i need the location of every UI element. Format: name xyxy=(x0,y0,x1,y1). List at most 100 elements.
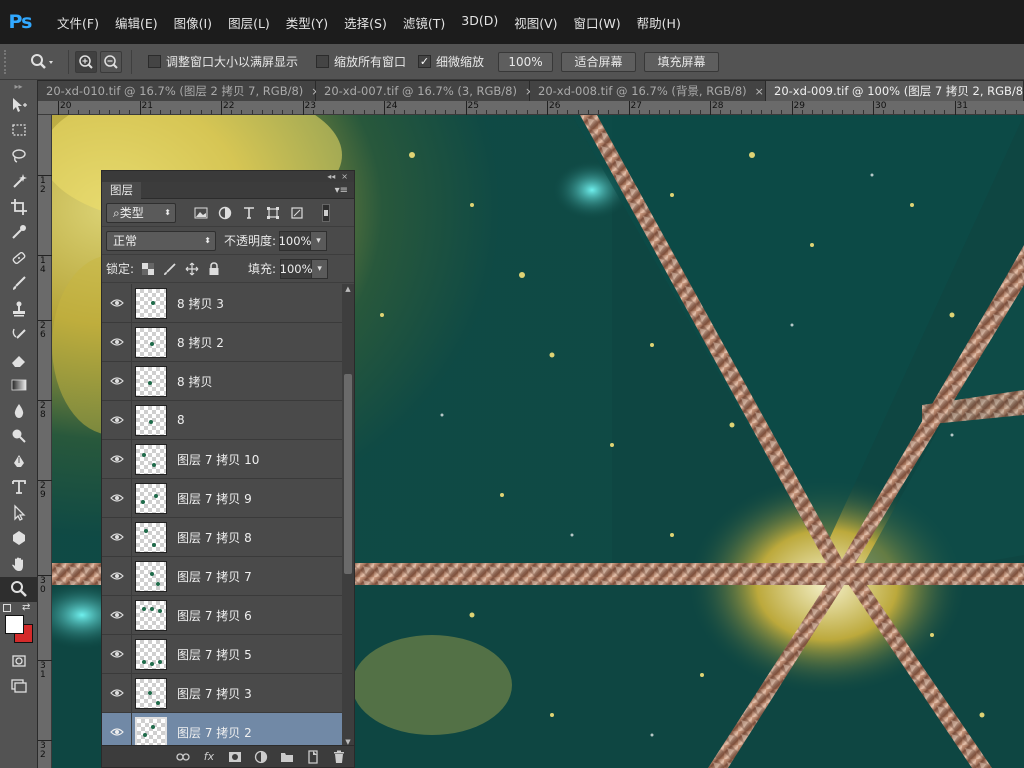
layer-row[interactable]: 8 拷贝 2 xyxy=(102,322,342,362)
scroll-up-icon[interactable]: ▲ xyxy=(342,284,354,294)
resize-windows-checkbox[interactable] xyxy=(148,55,161,68)
clone-stamp-tool[interactable] xyxy=(0,296,38,322)
fx-icon[interactable]: fx xyxy=(202,750,216,764)
move-tool[interactable] xyxy=(0,92,38,118)
menu-select[interactable]: 选择(S) xyxy=(336,13,395,32)
opacity-slider-button[interactable]: ▾ xyxy=(311,230,328,251)
menu-image[interactable]: 图像(I) xyxy=(166,13,220,32)
blur-tool[interactable] xyxy=(0,398,38,424)
fill-screen-button[interactable]: 填充屏幕 xyxy=(644,51,720,72)
layer-row[interactable]: 图层 7 拷贝 10 xyxy=(102,439,342,479)
tool-preset-picker[interactable] xyxy=(22,49,62,75)
collapse-panel-icon[interactable]: ◂◂ xyxy=(327,172,335,181)
visibility-toggle[interactable] xyxy=(102,673,132,713)
magic-wand-tool[interactable] xyxy=(0,169,38,195)
visibility-toggle[interactable] xyxy=(102,556,132,596)
visibility-toggle[interactable] xyxy=(102,439,132,479)
fit-screen-button[interactable]: 适合屏幕 xyxy=(561,51,637,72)
visibility-toggle[interactable] xyxy=(102,595,132,635)
visibility-toggle[interactable] xyxy=(102,517,132,557)
tab-document-010[interactable]: 20-xd-010.tif @ 16.7% (图层 2 拷贝 7, RGB/8)… xyxy=(38,81,320,101)
close-panel-icon[interactable]: × xyxy=(341,172,348,181)
filter-adjustment-icon[interactable] xyxy=(218,206,232,220)
zoom-in-button[interactable] xyxy=(75,50,97,73)
menu-3d[interactable]: 3D(D) xyxy=(453,13,506,32)
foreground-color-swatch[interactable] xyxy=(5,615,24,634)
layer-row[interactable]: 图层 7 拷贝 9 xyxy=(102,478,342,518)
pen-tool[interactable] xyxy=(0,449,38,475)
visibility-toggle[interactable] xyxy=(102,478,132,518)
lasso-tool[interactable] xyxy=(0,143,38,169)
filter-smart-object-icon[interactable] xyxy=(290,206,304,220)
screen-mode-button[interactable] xyxy=(0,674,38,700)
close-icon[interactable]: × xyxy=(755,85,764,98)
adjustment-icon[interactable] xyxy=(254,750,268,764)
lock-pixels-brush-icon[interactable] xyxy=(162,261,178,277)
tab-document-009[interactable]: 20-xd-009.tif @ 100% (图层 7 拷贝 2, RGB/8) xyxy=(766,81,1024,101)
fill-input[interactable]: 100% xyxy=(280,258,313,279)
swap-colors-icon[interactable]: ⇄ xyxy=(22,602,30,613)
scrubby-zoom-option[interactable]: ✓ 细微缩放 xyxy=(418,53,484,70)
menu-layer[interactable]: 图层(L) xyxy=(220,13,278,32)
mask-icon[interactable] xyxy=(228,750,242,764)
scrollbar-thumb[interactable] xyxy=(344,374,352,574)
folder-icon[interactable] xyxy=(280,750,294,764)
brush-tool[interactable] xyxy=(0,271,38,297)
layer-row-selected[interactable]: 图层 7 拷贝 2 xyxy=(102,712,342,747)
filter-type-icon[interactable] xyxy=(242,206,256,220)
filter-pixel-icon[interactable] xyxy=(194,206,208,220)
visibility-toggle[interactable] xyxy=(102,361,132,401)
layer-row[interactable]: 图层 7 拷贝 7 xyxy=(102,556,342,596)
layer-row[interactable]: 图层 7 拷贝 8 xyxy=(102,517,342,557)
tab-document-008[interactable]: 20-xd-008.tif @ 16.7% (背景, RGB/8) × xyxy=(530,81,766,101)
menu-window[interactable]: 窗口(W) xyxy=(566,13,629,32)
type-tool[interactable] xyxy=(0,475,38,501)
shape-tool[interactable] xyxy=(0,526,38,552)
marquee-tool[interactable] xyxy=(0,118,38,144)
panel-titlebar[interactable]: ◂◂ × xyxy=(102,171,354,182)
gradient-tool[interactable] xyxy=(0,373,38,399)
visibility-toggle[interactable] xyxy=(102,634,132,674)
layer-row[interactable]: 图层 7 拷贝 5 xyxy=(102,634,342,674)
menu-edit[interactable]: 编辑(E) xyxy=(107,13,166,32)
filter-shape-icon[interactable] xyxy=(266,206,280,220)
visibility-toggle[interactable] xyxy=(102,322,132,362)
menu-view[interactable]: 视图(V) xyxy=(506,13,565,32)
link-icon[interactable] xyxy=(176,750,190,764)
options-grip[interactable] xyxy=(4,49,10,74)
scrubby-zoom-checkbox[interactable]: ✓ xyxy=(418,55,432,68)
new-layer-icon[interactable] xyxy=(306,749,320,764)
zoom-tool[interactable] xyxy=(0,576,38,602)
zoom-100-button[interactable]: 100% xyxy=(498,51,554,72)
filter-toggle-switch[interactable] xyxy=(322,203,330,222)
menu-filter[interactable]: 滤镜(T) xyxy=(395,13,453,32)
tab-layers[interactable]: 图层 xyxy=(102,181,141,199)
tab-document-007[interactable]: 20-xd-007.tif @ 16.7% (3, RGB/8) × xyxy=(316,81,534,101)
layer-row[interactable]: 图层 7 拷贝 3 xyxy=(102,673,342,713)
zoom-all-windows-option[interactable]: 缩放所有窗口 xyxy=(316,53,406,70)
resize-windows-option[interactable]: 调整窗口大小以满屏显示 xyxy=(148,53,298,70)
lock-all-icon[interactable] xyxy=(206,261,222,277)
layer-row[interactable]: 8 拷贝 xyxy=(102,361,342,401)
filter-kind-dropdown[interactable]: ⌕类型 ⬍ xyxy=(106,202,176,223)
visibility-toggle[interactable] xyxy=(102,400,132,440)
opacity-input[interactable]: 100% xyxy=(279,230,312,251)
path-selection-tool[interactable] xyxy=(0,500,38,526)
healing-brush-tool[interactable] xyxy=(0,245,38,271)
zoom-all-windows-checkbox[interactable] xyxy=(316,55,330,68)
panel-menu-icon[interactable]: ▾≡ xyxy=(335,185,354,196)
quick-mask-button[interactable] xyxy=(0,648,38,674)
layer-row[interactable]: 8 xyxy=(102,400,342,440)
visibility-toggle[interactable] xyxy=(102,712,132,747)
zoom-out-button[interactable] xyxy=(100,50,122,73)
hand-tool[interactable] xyxy=(0,551,38,577)
menu-help[interactable]: 帮助(H) xyxy=(629,13,689,32)
crop-tool[interactable] xyxy=(0,194,38,220)
layer-row[interactable]: 8 拷贝 3 xyxy=(102,284,342,323)
menu-type[interactable]: 类型(Y) xyxy=(278,13,336,32)
lock-transparent-icon[interactable] xyxy=(140,261,156,277)
menu-file[interactable]: 文件(F) xyxy=(49,13,107,32)
layers-scrollbar[interactable]: ▲ ▼ xyxy=(342,284,354,747)
tools-grip[interactable]: ▸▸ xyxy=(0,80,37,92)
default-colors-icon[interactable] xyxy=(3,604,11,612)
